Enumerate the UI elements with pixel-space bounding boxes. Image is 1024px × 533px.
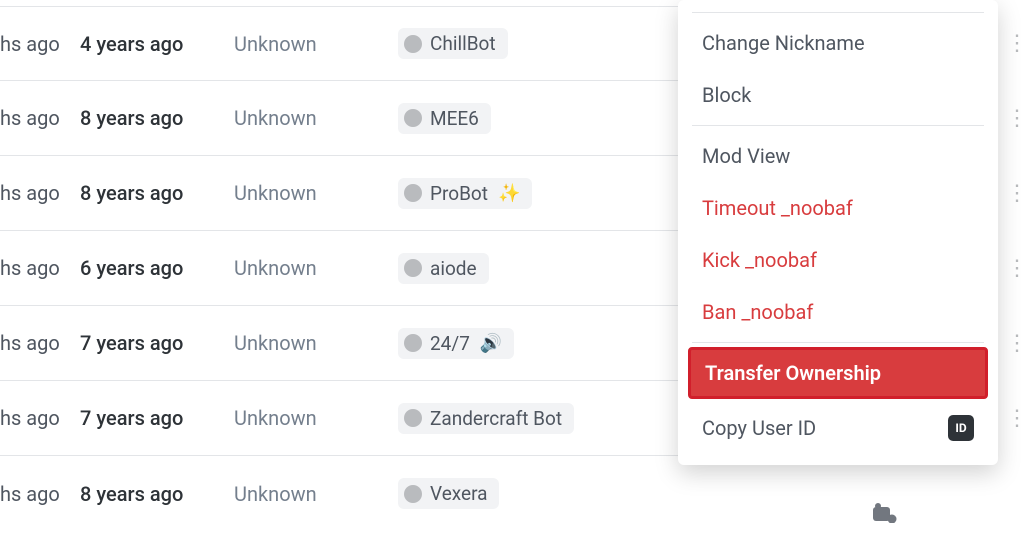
member-since-cell: hs ago — [0, 331, 80, 355]
id-badge-icon: ID — [948, 415, 974, 441]
user-cell: Vexera — [398, 478, 700, 509]
status-dot-icon — [404, 485, 422, 503]
member-since-cell: hs ago — [0, 106, 80, 130]
table-row[interactable]: hs ago 4 years ago Unknown ChillBot — [0, 6, 700, 81]
timeout-item[interactable]: Timeout _noobaf — [688, 182, 988, 234]
user-cell: Zandercraft Bot — [398, 403, 700, 434]
user-name-label: MEE6 — [430, 107, 479, 130]
member-since-cell: hs ago — [0, 482, 80, 506]
more-options-icon[interactable]: ⋮ — [1006, 81, 1024, 156]
joined-cell: 7 years ago — [80, 331, 234, 355]
user-name-label: ProBot — [430, 182, 488, 205]
menu-divider — [692, 125, 984, 126]
member-since-cell: hs ago — [0, 181, 80, 205]
more-options-icon[interactable]: ⋮ — [1006, 231, 1024, 306]
joined-cell: 7 years ago — [80, 406, 234, 430]
member-since-cell: hs ago — [0, 32, 80, 56]
status-dot-icon — [404, 109, 422, 127]
status-dot-icon — [404, 35, 422, 53]
table-row[interactable]: hs ago 8 years ago Unknown ProBot ✨ — [0, 156, 700, 231]
user-chip[interactable]: Zandercraft Bot — [398, 403, 574, 434]
joined-cell: 8 years ago — [80, 181, 234, 205]
signal-cell: Unknown — [234, 32, 398, 56]
status-dot-icon — [404, 184, 422, 202]
joined-cell: 8 years ago — [80, 482, 234, 506]
user-chip[interactable]: 24/7 🔊 — [398, 328, 514, 359]
change-nickname-item[interactable]: Change Nickname — [688, 17, 988, 69]
user-context-menu: Change Nickname Block Mod View Timeout _… — [678, 0, 998, 465]
member-since-cell: hs ago — [0, 256, 80, 280]
speaker-icon: 🔊 — [480, 333, 502, 354]
status-dot-icon — [404, 409, 422, 427]
user-chip[interactable]: ChillBot — [398, 28, 508, 59]
signal-cell: Unknown — [234, 181, 398, 205]
user-name-label: Vexera — [430, 482, 487, 505]
member-table: hs ago 4 years ago Unknown ChillBot hs a… — [0, 0, 700, 531]
copy-user-id-label: Copy User ID — [702, 416, 816, 440]
table-row[interactable]: hs ago 7 years ago Unknown Zandercraft B… — [0, 381, 700, 456]
camera-icon — [872, 503, 898, 529]
more-options-icon[interactable]: ⋮ — [1006, 156, 1024, 231]
status-dot-icon — [404, 259, 422, 277]
table-row[interactable]: hs ago 6 years ago Unknown aiode — [0, 231, 700, 306]
more-options-icon[interactable]: ⋮ — [1006, 6, 1024, 81]
more-options-icon[interactable]: ⋮ — [1006, 306, 1024, 381]
menu-divider — [692, 12, 984, 13]
user-chip[interactable]: MEE6 — [398, 103, 491, 134]
transfer-ownership-item[interactable]: Transfer Ownership — [688, 347, 988, 399]
mod-view-item[interactable]: Mod View — [688, 130, 988, 182]
signal-cell: Unknown — [234, 106, 398, 130]
user-chip[interactable]: aiode — [398, 253, 489, 284]
user-name-label: aiode — [430, 257, 477, 280]
joined-cell: 4 years ago — [80, 32, 234, 56]
block-item[interactable]: Block — [688, 69, 988, 121]
table-row[interactable]: hs ago 8 years ago Unknown Vexera — [0, 456, 700, 531]
member-since-cell: hs ago — [0, 406, 80, 430]
user-name-label: 24/7 — [430, 332, 470, 355]
user-cell: 24/7 🔊 — [398, 328, 700, 359]
menu-divider — [692, 342, 984, 343]
copy-user-id-item[interactable]: Copy User ID ID — [688, 401, 988, 455]
user-name-label: ChillBot — [430, 32, 496, 55]
user-name-label: Zandercraft Bot — [430, 407, 562, 430]
user-chip[interactable]: ProBot ✨ — [398, 178, 532, 209]
user-cell: MEE6 — [398, 103, 700, 134]
joined-cell: 6 years ago — [80, 256, 234, 280]
signal-cell: Unknown — [234, 331, 398, 355]
kick-item[interactable]: Kick _noobaf — [688, 234, 988, 286]
signal-cell: Unknown — [234, 406, 398, 430]
table-row[interactable]: hs ago 7 years ago Unknown 24/7 🔊 — [0, 306, 700, 381]
user-cell: ProBot ✨ — [398, 178, 700, 209]
user-cell: ChillBot — [398, 28, 700, 59]
more-options-icon[interactable]: ⋮ — [1006, 381, 1024, 456]
signal-cell: Unknown — [234, 482, 398, 506]
signal-cell: Unknown — [234, 256, 398, 280]
user-chip[interactable]: Vexera — [398, 478, 499, 509]
more-options-column: ⋮ ⋮ ⋮ ⋮ ⋮ ⋮ — [1006, 6, 1024, 456]
table-row[interactable]: hs ago 8 years ago Unknown MEE6 — [0, 81, 700, 156]
status-dot-icon — [404, 334, 422, 352]
ban-item[interactable]: Ban _noobaf — [688, 286, 988, 338]
joined-cell: 8 years ago — [80, 106, 234, 130]
sparkles-icon: ✨ — [498, 183, 520, 204]
user-cell: aiode — [398, 253, 700, 284]
